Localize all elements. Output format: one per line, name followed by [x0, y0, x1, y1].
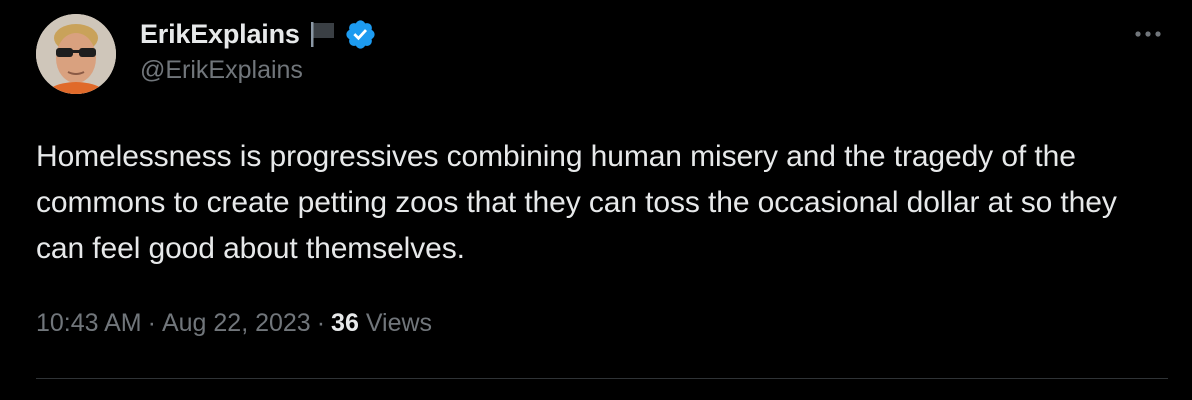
verified-badge-icon[interactable]	[344, 18, 377, 51]
author-info: ErikExplains @ErikExplains	[140, 16, 377, 85]
avatar[interactable]	[36, 14, 116, 94]
tweet-time[interactable]: 10:43 AM	[36, 309, 142, 337]
display-name[interactable]: ErikExplains	[140, 19, 300, 50]
tweet-meta: 10:43 AM · Aug 22, 2023 · 36 Views	[36, 309, 432, 338]
avatar-image	[36, 14, 116, 94]
user-handle[interactable]: @ErikExplains	[140, 56, 377, 85]
tweet-card: ErikExplains @ErikExplains Homelessness	[0, 0, 1192, 400]
views-label[interactable]: Views	[366, 309, 432, 337]
name-row: ErikExplains	[140, 16, 377, 52]
meta-separator: ·	[316, 309, 326, 337]
black-flag-icon	[308, 20, 338, 48]
divider	[36, 378, 1168, 379]
more-options-icon[interactable]	[1130, 22, 1166, 46]
views-count[interactable]: 36	[331, 309, 359, 337]
tweet-text: Homelessness is progressives combining h…	[36, 140, 1117, 265]
meta-separator: ·	[147, 309, 156, 337]
tweet-date[interactable]: Aug 22, 2023	[162, 309, 311, 337]
